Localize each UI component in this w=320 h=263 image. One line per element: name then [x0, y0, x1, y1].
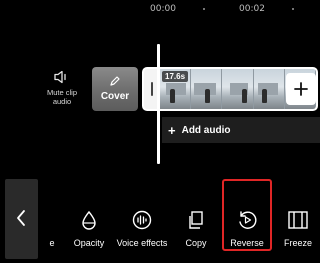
tool-opacity[interactable]: Opacity: [70, 210, 108, 248]
edit-pencil-icon: [110, 76, 120, 86]
add-clip-button[interactable]: [286, 73, 316, 105]
playhead[interactable]: [157, 44, 160, 164]
ruler-dot: [203, 8, 205, 10]
tool-freeze-label: Freeze: [283, 238, 312, 248]
tool-freeze[interactable]: Freeze: [283, 210, 313, 248]
time-ruler[interactable]: 00:00 00:02: [0, 0, 320, 20]
cover-button[interactable]: Cover: [92, 67, 138, 111]
chevron-left-icon: [17, 210, 25, 226]
ruler-dot: [292, 8, 294, 10]
tool-voice-effects[interactable]: Voice effects: [113, 210, 171, 248]
clip-duration-badge: 17.6s: [162, 71, 189, 82]
tool-copy[interactable]: Copy: [182, 210, 210, 248]
clip-thumbnail: [253, 69, 285, 109]
add-audio-label: Add audio: [181, 124, 231, 136]
tool-copy-label: Copy: [185, 238, 207, 248]
tool-partial-label: e: [49, 238, 55, 248]
time-mark-1: 00:02: [239, 4, 265, 14]
droplet-icon: [82, 210, 96, 230]
plus-icon: [294, 82, 308, 96]
mute-clip-audio-label: Mute clip audio: [46, 88, 77, 106]
back-button[interactable]: [5, 179, 38, 259]
freeze-icon: [288, 211, 308, 229]
cover-label: Cover: [100, 91, 130, 102]
add-audio-button[interactable]: + Add audio: [162, 117, 320, 143]
plus-icon: +: [168, 122, 176, 138]
clip-thumbnail: [191, 69, 223, 109]
copy-icon: [189, 211, 203, 229]
speaker-mute-icon: [54, 70, 66, 84]
tool-partial[interactable]: e: [44, 210, 60, 248]
tool-reverse-label: Reverse: [230, 238, 264, 248]
tool-voice-effects-label: Voice effects: [116, 238, 168, 248]
video-clip[interactable]: 17.6s: [142, 67, 318, 111]
reverse-icon: [239, 211, 257, 229]
time-mark-0: 00:00: [150, 4, 176, 14]
tool-opacity-label: Opacity: [73, 238, 105, 248]
clip-thumbnail: [222, 69, 254, 109]
mute-clip-audio-button[interactable]: Mute clip audio: [40, 70, 84, 106]
voice-wave-icon: [132, 210, 152, 230]
tool-reverse[interactable]: Reverse: [222, 179, 272, 251]
